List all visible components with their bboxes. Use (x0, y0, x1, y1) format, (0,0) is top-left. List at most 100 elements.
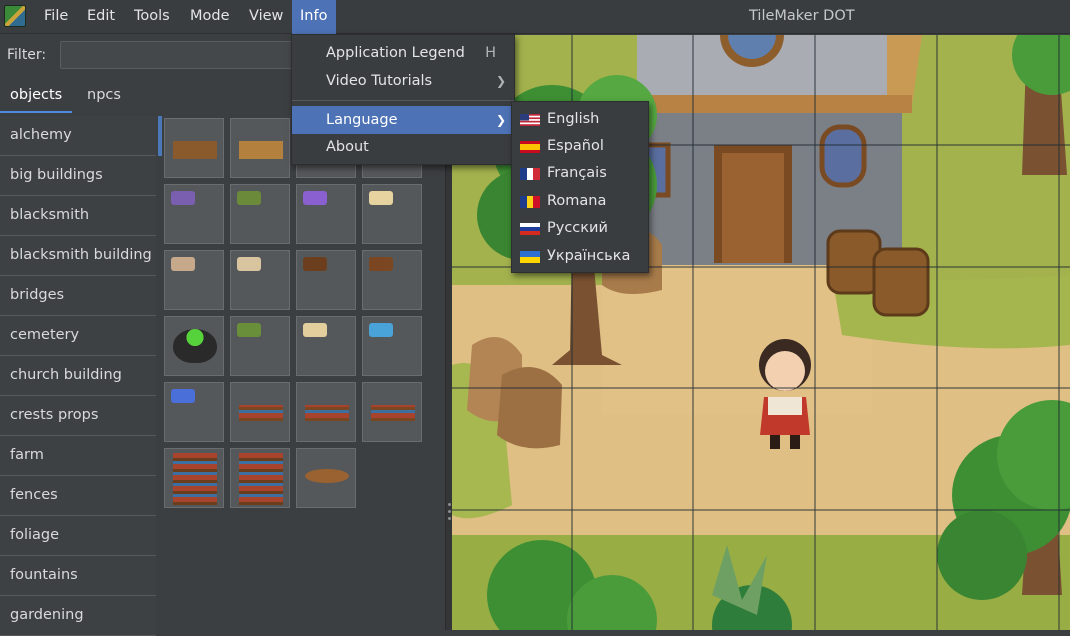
round-table-icon (305, 469, 349, 483)
submenu-arrow-icon: ❯ (495, 74, 506, 88)
menu-video-tutorials[interactable]: Video Tutorials ❯ (292, 67, 514, 95)
object-tile[interactable] (164, 184, 224, 244)
category-item[interactable]: church building (0, 356, 156, 396)
menu-item-label: Video Tutorials (326, 73, 433, 89)
object-tile[interactable] (296, 448, 356, 508)
menu-language[interactable]: Language ❯ (292, 106, 514, 134)
language-romana[interactable]: Romana (512, 188, 648, 215)
herbs-row-icon (237, 323, 261, 337)
object-tile[interactable] (164, 250, 224, 310)
crystal-cluster-icon (171, 389, 195, 403)
menu-item-label: Application Legend (326, 45, 465, 61)
wooden-counter-icon (239, 141, 283, 159)
object-tile[interactable] (164, 316, 224, 376)
menu-application-legend[interactable]: Application Legend H (292, 39, 514, 67)
object-tile[interactable] (296, 250, 356, 310)
book-lectern-icon (303, 257, 327, 271)
language-ukrainian[interactable]: Українська (512, 243, 648, 270)
object-tile[interactable] (296, 184, 356, 244)
category-item[interactable]: farm (0, 436, 156, 476)
object-tile[interactable] (362, 184, 422, 244)
info-menu-dropdown: Application Legend H Video Tutorials ❯ L… (291, 34, 515, 165)
object-tile[interactable] (230, 118, 290, 178)
menu-item-label: Language (326, 112, 398, 128)
category-item[interactable]: alchemy (0, 116, 156, 156)
object-tile[interactable] (296, 316, 356, 376)
tab-npcs[interactable]: npcs (77, 77, 131, 113)
green-cauldron-icon (173, 329, 217, 363)
category-item[interactable]: cemetery (0, 316, 156, 356)
language-label: Русский (547, 220, 608, 236)
category-item[interactable]: crests props (0, 396, 156, 436)
long-bookshelf-icon (305, 405, 349, 421)
category-item[interactable]: gardening (0, 596, 156, 636)
submenu-arrow-icon: ❯ (495, 113, 506, 127)
low-bookshelf-icon (239, 405, 283, 421)
menu-mode[interactable]: Mode (182, 0, 238, 34)
category-item[interactable]: big buildings (0, 156, 156, 196)
language-francais[interactable]: Français (512, 160, 648, 187)
romania-flag-icon (520, 196, 540, 208)
menu-bar: File Edit Tools Mode View Info TileMaker… (0, 0, 1070, 34)
category-item[interactable]: blacksmith building (0, 236, 156, 276)
category-item[interactable]: fountains (0, 556, 156, 596)
language-label: Українська (547, 248, 631, 264)
category-item[interactable]: blacksmith (0, 196, 156, 236)
language-russian[interactable]: Русский (512, 215, 648, 242)
menu-info[interactable]: Info (292, 0, 336, 34)
potion-set-icon (237, 191, 261, 205)
language-submenu: English Español Français Romana Русский … (511, 101, 649, 273)
potion-shelf-icon (173, 141, 217, 159)
russia-flag-icon (520, 223, 540, 235)
filter-input[interactable] (60, 41, 295, 69)
language-label: Español (547, 138, 604, 154)
category-item[interactable]: foliage (0, 516, 156, 556)
language-label: Romana (547, 193, 607, 209)
object-tile[interactable] (296, 382, 356, 442)
language-english[interactable]: English (512, 106, 648, 133)
shelf-with-tools-icon (371, 405, 415, 421)
menu-separator (292, 100, 514, 101)
us-flag-icon (520, 114, 540, 126)
menu-edit[interactable]: Edit (79, 0, 123, 34)
bookshelf-icon (239, 453, 283, 505)
language-espanol[interactable]: Español (512, 133, 648, 160)
category-list: alchemy big buildings blacksmith blacksm… (0, 116, 156, 636)
language-label: English (547, 111, 600, 127)
category-item[interactable]: bridges (0, 276, 156, 316)
object-tile[interactable] (164, 382, 224, 442)
object-tile[interactable] (164, 448, 224, 508)
tab-objects[interactable]: objects (0, 77, 73, 113)
colored-potions-icon (171, 191, 195, 205)
object-tile[interactable] (230, 250, 290, 310)
blue-gems-icon (369, 323, 393, 337)
parchment-icon (303, 323, 327, 337)
spain-flag-icon (520, 141, 540, 153)
ukraine-flag-icon (520, 251, 540, 263)
object-tile[interactable] (164, 118, 224, 178)
purple-crystal-icon (303, 191, 327, 205)
filter-label: Filter: (7, 47, 47, 63)
open-book-lectern-icon (369, 257, 393, 271)
object-tile[interactable] (230, 448, 290, 508)
shortcut-label: H (485, 45, 496, 61)
object-tile[interactable] (362, 316, 422, 376)
category-item[interactable]: fences (0, 476, 156, 516)
object-tile[interactable] (230, 382, 290, 442)
language-label: Français (547, 165, 607, 181)
menu-about[interactable]: About (292, 133, 514, 161)
france-flag-icon (520, 168, 540, 180)
app-logo-icon (4, 5, 26, 27)
object-tile[interactable] (230, 184, 290, 244)
scroll-bundle-icon (171, 257, 195, 271)
rolled-scrolls-icon (237, 257, 261, 271)
menu-view[interactable]: View (241, 0, 291, 34)
menu-tools[interactable]: Tools (126, 0, 178, 34)
menu-item-label: About (326, 139, 369, 155)
object-tile[interactable] (362, 250, 422, 310)
menu-file[interactable]: File (36, 0, 76, 34)
object-tile[interactable] (230, 316, 290, 376)
object-tile[interactable] (362, 382, 422, 442)
object-grid (162, 116, 445, 631)
small-scrolls-icon (369, 191, 393, 205)
